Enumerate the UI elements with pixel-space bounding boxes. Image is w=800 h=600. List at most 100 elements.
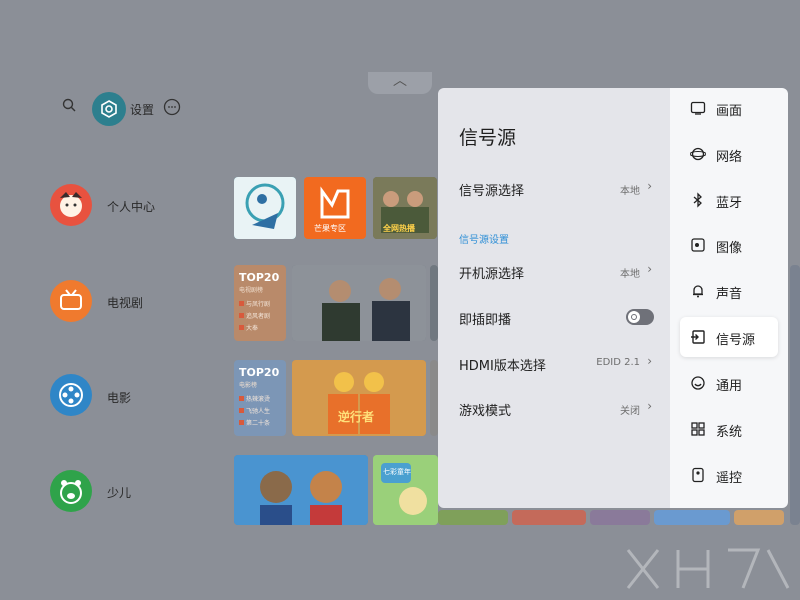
top20-subtitle: 电影榜: [239, 382, 258, 389]
menu-item-label: 通用: [716, 379, 743, 394]
menu-item-label: 图像: [716, 241, 743, 256]
top20-row: 飞驰人生: [239, 406, 270, 415]
menu-item-sound[interactable]: 声音: [680, 271, 778, 311]
top20-tv-list-tile[interactable]: TOP20 电视剧榜 与凤行剧 追风者剧 大奉: [234, 265, 286, 341]
bluetooth-icon: [693, 192, 702, 208]
settings-label: 设置: [130, 103, 155, 117]
soldiers-drama-tile[interactable]: [292, 265, 426, 341]
reading-figure-image: [234, 177, 296, 239]
category-kids[interactable]: 少儿: [107, 484, 131, 501]
background-tile[interactable]: [512, 510, 586, 525]
movie-title-label: 逆行者: [338, 410, 375, 424]
avatar-icon: [60, 192, 82, 217]
top20-row: 大奉: [239, 323, 258, 332]
chevron-right-icon: ›: [647, 262, 652, 276]
search-icon[interactable]: [62, 98, 76, 112]
panel-title: 信号源: [459, 127, 517, 149]
top20-title: TOP20: [239, 271, 280, 284]
menu-item-label: 遥控: [716, 471, 743, 486]
message-icon[interactable]: [163, 98, 181, 116]
cartoon-image: [373, 455, 438, 525]
mango-zone-tile[interactable]: 芒果专区: [304, 177, 366, 239]
content-tile-illustration[interactable]: [234, 177, 296, 239]
kids-tile-label: 七彩童年: [383, 468, 411, 476]
tv-icon: [60, 289, 82, 310]
menu-item-label: 声音: [716, 287, 743, 302]
grid-icon: [691, 422, 705, 436]
menu-item-label: 信号源: [716, 333, 756, 348]
menu-item-general[interactable]: 通用: [680, 363, 778, 403]
input-source-icon: [691, 330, 705, 344]
hdmi-version-value: EDID 2.1: [596, 357, 640, 368]
top20-row: 第二十条: [239, 418, 270, 427]
background-tile[interactable]: [438, 510, 508, 525]
hdmi-version-row[interactable]: HDMI版本选择 EDID 2.1 ›: [448, 345, 662, 381]
network-icon: [690, 147, 706, 161]
personal-center-icon[interactable]: [50, 184, 92, 226]
settings-button[interactable]: [92, 92, 126, 126]
remote-icon: [692, 467, 704, 483]
background-tile-edge[interactable]: [790, 265, 800, 525]
bell-icon: [693, 285, 703, 298]
menu-item-label: 画面: [716, 104, 743, 119]
boot-source-row[interactable]: 开机源选择 本地 ›: [448, 253, 662, 289]
menu-item-system[interactable]: 系统: [680, 409, 778, 449]
partial-tile[interactable]: [430, 360, 438, 436]
background-tile[interactable]: [654, 510, 730, 525]
source-select-label: 信号源选择: [459, 184, 525, 199]
toggle-knob: [628, 311, 640, 323]
boot-source-value: 本地: [620, 269, 640, 280]
settings-detail-panel: [438, 88, 670, 508]
collapse-chevron-icon[interactable]: ︿: [368, 72, 432, 94]
menu-item-picture[interactable]: 画面: [680, 88, 778, 128]
game-mode-label: 游戏模式: [459, 404, 512, 419]
category-movie[interactable]: 电影: [107, 389, 131, 406]
smile-icon: [691, 376, 705, 390]
tv-series-icon[interactable]: [50, 280, 92, 322]
boot-source-label: 开机源选择: [459, 267, 525, 282]
menu-item-label: 蓝牙: [716, 196, 743, 211]
top20-subtitle: 电视剧榜: [239, 287, 264, 294]
image-icon: [691, 238, 705, 252]
hot-show-tile[interactable]: 全网热播: [373, 177, 437, 239]
menu-item-input-source[interactable]: 信号源: [680, 317, 778, 357]
mango-zone-label: 芒果专区: [314, 224, 346, 233]
paw-patrol-tile[interactable]: [234, 455, 368, 525]
menu-item-network[interactable]: 网络: [680, 134, 778, 174]
category-tv-series[interactable]: 电视剧: [107, 294, 143, 311]
movie-icon[interactable]: [50, 374, 92, 416]
top20-movie-list-tile[interactable]: TOP20 电影榜 热辣滚烫 飞驰人生 第二十条: [234, 360, 286, 436]
game-mode-value: 关闭: [620, 406, 640, 417]
top20-row: 与凤行剧: [239, 299, 270, 308]
picture-icon: [690, 101, 706, 115]
gear-icon: [101, 100, 117, 118]
top20-row: 追风者剧: [239, 311, 270, 320]
firefighter-movie-tile[interactable]: 逆行者: [292, 360, 426, 436]
kids-cartoon-tile[interactable]: 七彩童年: [373, 455, 438, 525]
bear-icon: [60, 480, 82, 504]
source-select-row[interactable]: 信号源选择 本地 ›: [448, 170, 662, 206]
menu-item-label: 系统: [716, 425, 743, 440]
category-personal-center[interactable]: 个人中心: [107, 198, 155, 215]
top20-row: 热辣滚烫: [239, 394, 270, 403]
hot-show-label: 全网热播: [383, 224, 415, 233]
menu-item-bluetooth[interactable]: 蓝牙: [680, 180, 778, 220]
game-mode-row[interactable]: 游戏模式 关闭 ›: [448, 390, 662, 426]
source-select-value: 本地: [620, 186, 640, 197]
background-tile[interactable]: [734, 510, 784, 525]
chevron-right-icon: ›: [647, 354, 652, 368]
menu-item-image[interactable]: 图像: [680, 225, 778, 265]
kids-icon[interactable]: [50, 470, 92, 512]
partial-tile[interactable]: [430, 265, 438, 341]
film-reel-icon: [59, 383, 83, 407]
cartoon-dogs-image: [234, 455, 368, 525]
top20-title: TOP20: [239, 366, 280, 379]
hdmi-version-label: HDMI版本选择: [459, 359, 546, 374]
chevron-right-icon: ›: [647, 399, 652, 413]
drama-poster-image: [292, 265, 426, 341]
background-tile[interactable]: [590, 510, 650, 525]
section-label: 信号源设置: [459, 235, 509, 246]
menu-item-remote[interactable]: 遥控: [680, 455, 778, 495]
chevron-right-icon: ›: [647, 179, 652, 193]
plug-and-play-toggle[interactable]: [626, 309, 654, 325]
